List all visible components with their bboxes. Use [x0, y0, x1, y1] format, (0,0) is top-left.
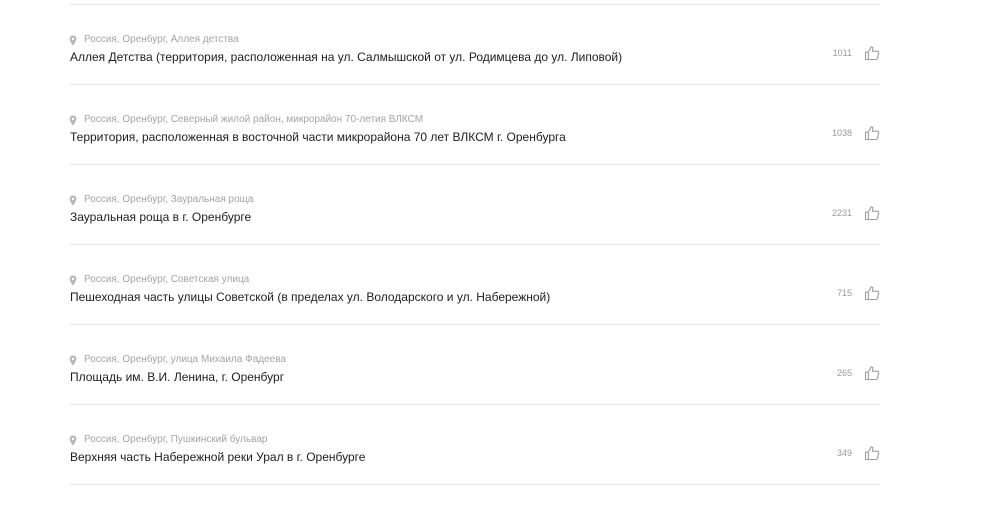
list-item[interactable]: Россия, Оренбург, Северный жилой район, …	[69, 85, 880, 164]
location-pin-icon	[69, 435, 77, 446]
list-item[interactable]: Россия, Оренбург, Аллея детства Аллея Де…	[69, 5, 880, 84]
list-item[interactable]: Россия, Оренбург, Зауральная роща Заурал…	[69, 165, 880, 244]
location-text: Россия, Оренбург, Зауральная роща	[84, 194, 254, 205]
location-line: Россия, Оренбург, Аллея детства	[69, 34, 239, 46]
location-pin-icon	[69, 35, 77, 46]
vote-block: 265	[837, 364, 880, 382]
list-item[interactable]: Россия, Оренбург, улица Михаила Фадеева …	[69, 325, 880, 404]
item-title[interactable]: Пешеходная часть улицы Советской (в пред…	[70, 290, 550, 305]
vote-count: 2231	[831, 208, 852, 218]
thumbs-up-icon[interactable]	[864, 45, 880, 61]
vote-count: 265	[836, 368, 852, 378]
item-title[interactable]: Площадь им. В.И. Ленина, г. Оренбург	[70, 370, 284, 385]
location-line: Россия, Оренбург, Пушкинский бульвар	[69, 434, 267, 446]
vote-block: 1011	[833, 44, 880, 62]
thumbs-up-icon[interactable]	[864, 445, 880, 461]
vote-count: 1038	[831, 128, 852, 138]
list-item[interactable]: Россия, Оренбург, Советская улица Пешехо…	[69, 245, 880, 324]
list-item[interactable]: Россия, Оренбург, Пушкинский бульвар Вер…	[69, 405, 880, 484]
thumbs-up-icon[interactable]	[864, 365, 880, 381]
location-text: Россия, Оренбург, Аллея детства	[84, 34, 239, 45]
vote-block: 349	[837, 444, 880, 462]
item-title[interactable]: Верхняя часть Набережной реки Урал в г. …	[70, 450, 365, 465]
thumbs-up-icon[interactable]	[864, 285, 880, 301]
location-line: Россия, Оренбург, улица Михаила Фадеева	[69, 354, 286, 366]
location-text: Россия, Оренбург, Советская улица	[84, 274, 250, 285]
vote-block: 715	[837, 284, 880, 302]
divider	[69, 484, 880, 485]
location-pin-icon	[69, 355, 77, 366]
location-pin-icon	[69, 195, 77, 206]
thumbs-up-icon[interactable]	[864, 205, 880, 221]
location-line: Россия, Оренбург, Зауральная роща	[69, 194, 253, 206]
location-pin-icon	[69, 275, 77, 286]
voting-list: Россия, Оренбург, Аллея детства Аллея Де…	[69, 0, 880, 485]
location-text: Россия, Оренбург, улица Михаила Фадеева	[84, 354, 286, 365]
vote-count: 715	[836, 288, 852, 298]
vote-block: 1038	[832, 124, 880, 142]
location-text: Россия, Оренбург, Северный жилой район, …	[84, 114, 424, 125]
item-title[interactable]: Аллея Детства (территория, расположенная…	[70, 50, 622, 65]
location-pin-icon	[69, 115, 77, 126]
thumbs-up-icon[interactable]	[864, 125, 880, 141]
location-line: Россия, Оренбург, Северный жилой район, …	[69, 114, 423, 126]
vote-block: 2231	[832, 204, 880, 222]
location-text: Россия, Оренбург, Пушкинский бульвар	[84, 434, 268, 445]
vote-count: 349	[836, 448, 852, 458]
vote-count: 1011	[832, 48, 852, 58]
location-line: Россия, Оренбург, Советская улица	[69, 274, 249, 286]
item-title[interactable]: Территория, расположенная в восточной ча…	[70, 130, 566, 145]
item-title[interactable]: Зауральная роща в г. Оренбурге	[70, 210, 251, 225]
